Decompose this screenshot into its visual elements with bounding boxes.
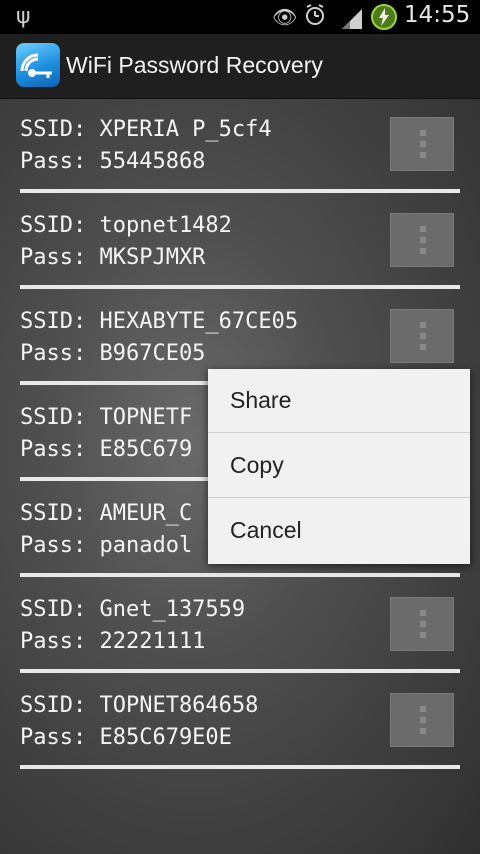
password-label: Pass: 22221111 [20, 629, 206, 654]
overflow-menu-button[interactable] [390, 213, 454, 267]
ssid-label: SSID: TOPNET864658 [20, 693, 259, 718]
list-item[interactable]: SSID: XPERIA P_5cf4 Pass: 55445868 [0, 99, 480, 195]
eye-icon: 👁 [272, 5, 298, 29]
divider [20, 573, 460, 577]
ssid-label: SSID: XPERIA P_5cf4 [20, 117, 272, 142]
divider [20, 765, 460, 769]
menu-item-label: Cancel [230, 517, 302, 543]
overflow-menu-button[interactable] [390, 117, 454, 171]
divider [20, 189, 460, 193]
battery-charging-icon [371, 4, 397, 30]
list-item[interactable]: SSID: topnet1482 Pass: MKSPJMXR [0, 195, 480, 291]
overflow-dots-icon [420, 610, 426, 640]
ssid-label: SSID: TOPNETF [20, 405, 193, 430]
list-item[interactable]: SSID: TOPNET864658 Pass: E85C679E0E [0, 675, 480, 771]
wifi-key-icon[interactable] [16, 43, 60, 87]
password-label: Pass: panadol [20, 533, 193, 558]
status-time: 14:55 [404, 2, 471, 28]
password-label: Pass: 55445868 [20, 149, 206, 174]
overflow-dots-icon [420, 706, 426, 736]
password-label: Pass: B967CE05 [20, 341, 206, 366]
overflow-menu-button[interactable] [390, 309, 454, 363]
password-label: Pass: MKSPJMXR [20, 245, 206, 270]
signal-icon [342, 9, 362, 29]
menu-item-label: Copy [230, 452, 284, 478]
menu-item-share[interactable]: Share [208, 369, 470, 433]
menu-item-copy[interactable]: Copy [208, 434, 470, 498]
password-label: Pass: E85C679 [20, 437, 193, 462]
menu-item-label: Share [230, 387, 292, 413]
ssid-label: SSID: topnet1482 [20, 213, 232, 238]
usb-icon: ψ [16, 4, 31, 29]
overflow-dots-icon [420, 226, 426, 256]
overflow-dots-icon [420, 322, 426, 352]
menu-item-cancel[interactable]: Cancel [208, 499, 470, 563]
overflow-dots-icon [420, 130, 426, 160]
context-menu: Share Copy Cancel [208, 369, 470, 564]
action-bar: WiFi Password Recovery [0, 34, 480, 99]
ssid-label: SSID: AMEUR_C [20, 501, 193, 526]
overflow-menu-button[interactable] [390, 597, 454, 651]
overflow-menu-button[interactable] [390, 693, 454, 747]
ssid-label: SSID: HEXABYTE_67CE05 [20, 309, 299, 334]
list-item[interactable]: SSID: Gnet_137559 Pass: 22221111 [0, 579, 480, 675]
ssid-label: SSID: Gnet_137559 [20, 597, 246, 622]
password-label: Pass: E85C679E0E [20, 725, 232, 750]
divider [20, 669, 460, 673]
divider [20, 285, 460, 289]
alarm-icon [306, 4, 324, 25]
app-title: WiFi Password Recovery [66, 52, 323, 78]
status-bar: ψ 👁 14:55 [0, 0, 480, 34]
